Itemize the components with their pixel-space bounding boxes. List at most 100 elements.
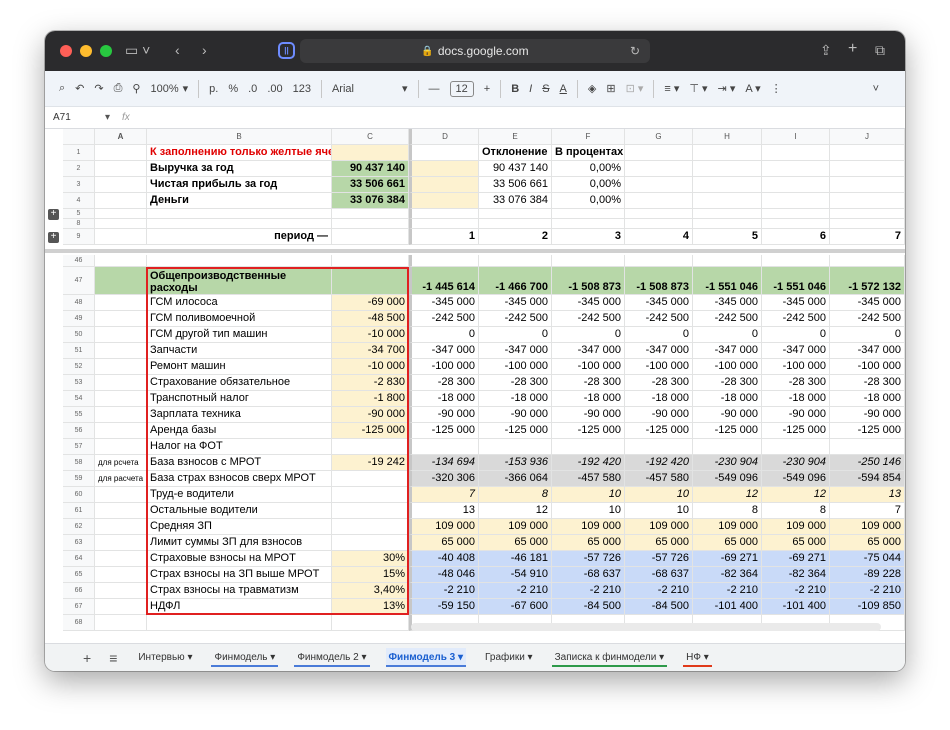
cell-a[interactable] <box>95 615 147 631</box>
cell-b[interactable]: Выручка за год <box>147 161 332 177</box>
cell-h[interactable] <box>693 255 762 267</box>
row-number[interactable]: 4 <box>63 193 95 209</box>
cell-g[interactable]: -242 500 <box>625 311 693 327</box>
cell-b[interactable]: ГСМ илососа <box>147 295 332 311</box>
cell-i[interactable] <box>762 193 830 209</box>
cell-e[interactable]: -366 064 <box>479 471 552 487</box>
cell-h[interactable]: -82 364 <box>693 567 762 583</box>
cell-d[interactable]: -1 445 614 <box>409 267 479 295</box>
cell-d[interactable] <box>409 177 479 193</box>
cell-f[interactable]: 109 000 <box>552 519 625 535</box>
undo-icon[interactable]: ↶ <box>75 82 84 95</box>
cell-h[interactable]: 109 000 <box>693 519 762 535</box>
row-number[interactable]: 57 <box>63 439 95 455</box>
cell-c[interactable] <box>332 255 409 267</box>
cell-e[interactable] <box>479 219 552 229</box>
new-tab-icon[interactable]: + <box>848 40 857 58</box>
cell-b[interactable]: Средняя ЗП <box>147 519 332 535</box>
row-number[interactable]: 49 <box>63 311 95 327</box>
cell-g[interactable]: -125 000 <box>625 423 693 439</box>
cell-d[interactable] <box>409 209 479 219</box>
cell-i[interactable]: -69 271 <box>762 551 830 567</box>
cell-e[interactable]: -90 000 <box>479 407 552 423</box>
cell-i[interactable]: 8 <box>762 503 830 519</box>
cell-g[interactable]: 65 000 <box>625 535 693 551</box>
cell-c[interactable]: 3,40% <box>332 583 409 599</box>
cell-d[interactable]: -90 000 <box>409 407 479 423</box>
cell-e[interactable]: 33 076 384 <box>479 193 552 209</box>
collapse-toolbar-icon[interactable]: ˅ <box>873 83 879 95</box>
cell-h[interactable]: -347 000 <box>693 343 762 359</box>
row-number[interactable]: 65 <box>63 567 95 583</box>
cell-h[interactable]: 8 <box>693 503 762 519</box>
cell-h[interactable] <box>693 145 762 161</box>
cell-i[interactable]: -90 000 <box>762 407 830 423</box>
cell-f[interactable]: -100 000 <box>552 359 625 375</box>
cell-j[interactable]: -2 210 <box>830 583 905 599</box>
cell-a[interactable] <box>95 209 147 219</box>
text-color-button[interactable]: A <box>560 83 567 95</box>
cell-i[interactable] <box>762 177 830 193</box>
cell-i[interactable]: -242 500 <box>762 311 830 327</box>
cell-c[interactable]: 30% <box>332 551 409 567</box>
cell-g[interactable]: -68 637 <box>625 567 693 583</box>
decrease-decimal-button[interactable]: .0 <box>248 83 257 95</box>
name-box[interactable]: A71 <box>45 112 105 123</box>
strikethrough-button[interactable]: S <box>542 83 549 95</box>
align-horizontal-icon[interactable]: ≡ ▾ <box>664 82 679 95</box>
cell-f[interactable]: -347 000 <box>552 343 625 359</box>
cell-j[interactable] <box>830 177 905 193</box>
cell-e[interactable] <box>479 209 552 219</box>
cell-b[interactable] <box>147 255 332 267</box>
column-header-e[interactable]: E <box>479 129 552 145</box>
cell-e[interactable]: -18 000 <box>479 391 552 407</box>
cell-h[interactable]: -230 904 <box>693 455 762 471</box>
cell-j[interactable] <box>830 145 905 161</box>
cell-b[interactable]: Страх взносы на ЗП выше МРОТ <box>147 567 332 583</box>
cell-i[interactable] <box>762 145 830 161</box>
cell-j[interactable]: -345 000 <box>830 295 905 311</box>
cell-d[interactable]: -242 500 <box>409 311 479 327</box>
cell-d[interactable]: -40 408 <box>409 551 479 567</box>
cell-h[interactable] <box>693 193 762 209</box>
cell-a[interactable] <box>95 193 147 209</box>
cell-e[interactable]: -347 000 <box>479 343 552 359</box>
row-number[interactable]: 56 <box>63 423 95 439</box>
cell-h[interactable]: -345 000 <box>693 295 762 311</box>
cell-c[interactable] <box>332 267 409 295</box>
cell-g[interactable]: -2 210 <box>625 583 693 599</box>
cell-c[interactable]: -2 830 <box>332 375 409 391</box>
text-wrap-icon[interactable]: ⇥ ▾ <box>718 82 736 95</box>
cell-f[interactable]: -457 580 <box>552 471 625 487</box>
cell-c[interactable]: -90 000 <box>332 407 409 423</box>
cell-b[interactable]: Страхование обязательное <box>147 375 332 391</box>
cell-b[interactable]: Труд-е водители <box>147 487 332 503</box>
cell-h[interactable]: -242 500 <box>693 311 762 327</box>
cell-i[interactable] <box>762 209 830 219</box>
row-number[interactable]: 59 <box>63 471 95 487</box>
cell-f[interactable]: В процентах <box>552 145 625 161</box>
bold-button[interactable]: B <box>511 83 519 95</box>
cell-b[interactable]: Страх взносы на травматизм <box>147 583 332 599</box>
cell-g[interactable]: -345 000 <box>625 295 693 311</box>
cell-b[interactable] <box>147 615 332 631</box>
cell-g[interactable]: -457 580 <box>625 471 693 487</box>
cell-b[interactable]: Лимит суммы ЗП для взносов <box>147 535 332 551</box>
cell-b[interactable]: Аренда базы <box>147 423 332 439</box>
cell-h[interactable]: 0 <box>693 327 762 343</box>
cell-f[interactable]: 3 <box>552 229 625 245</box>
row-number[interactable]: 68 <box>63 615 95 631</box>
italic-button[interactable]: I <box>529 83 532 95</box>
column-header-b[interactable]: B <box>147 129 332 145</box>
cell-g[interactable] <box>625 145 693 161</box>
cell-g[interactable]: 10 <box>625 503 693 519</box>
row-number[interactable]: 61 <box>63 503 95 519</box>
cell-c[interactable] <box>332 471 409 487</box>
cell-h[interactable]: -125 000 <box>693 423 762 439</box>
cell-j[interactable]: 13 <box>830 487 905 503</box>
cell-d[interactable]: 7 <box>409 487 479 503</box>
tabs-overview-icon[interactable]: ⧉ <box>875 42 885 59</box>
cell-a[interactable] <box>95 599 147 615</box>
cell-i[interactable]: -347 000 <box>762 343 830 359</box>
cell-g[interactable] <box>625 439 693 455</box>
